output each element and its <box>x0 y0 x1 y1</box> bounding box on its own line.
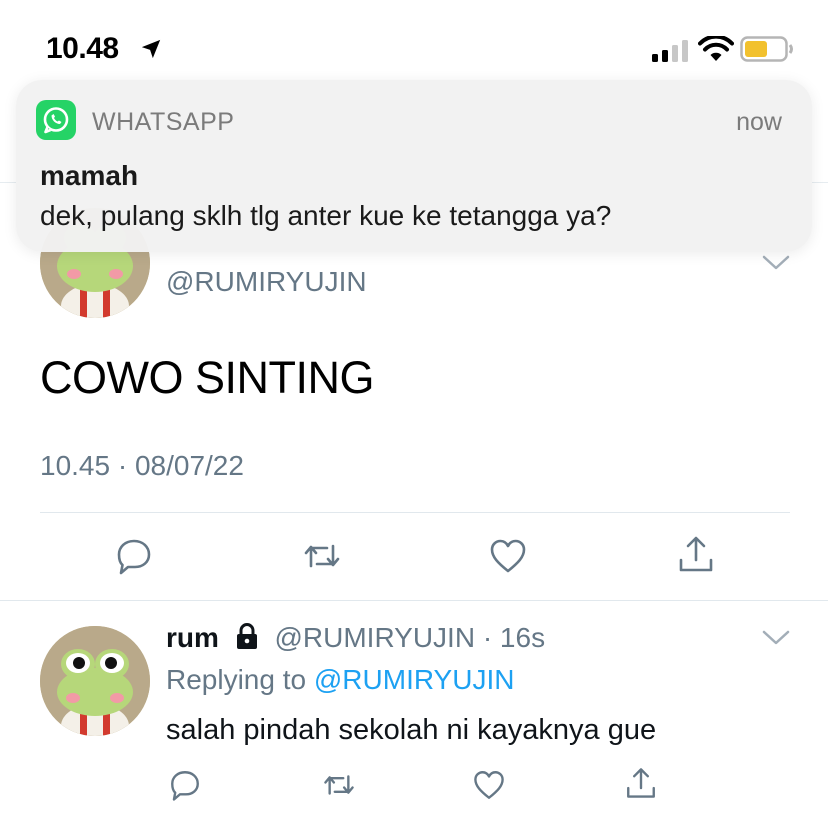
notification-app-name: WHATSAPP <box>92 108 235 136</box>
reply-text: salah pindah sekolah ni kayaknya gue <box>166 714 657 746</box>
notification-title: mamah <box>40 160 139 191</box>
replying-to: Replying to @RUMIRYUJIN <box>166 664 514 696</box>
status-time: 10.48 <box>46 32 119 65</box>
replying-prefix: Replying to <box>166 664 314 695</box>
notification-banner[interactable]: WHATSAPP now mamah dek, pulang sklh tlg … <box>16 80 812 252</box>
battery-icon <box>740 36 793 62</box>
tweet-timestamp[interactable]: 10.45 · 08/07/22 <box>40 450 244 482</box>
retweet-icon[interactable] <box>322 768 356 802</box>
tweet-handle[interactable]: @RUMIRYUJIN <box>166 266 367 298</box>
like-icon[interactable] <box>488 536 528 576</box>
frog-avatar-image <box>40 626 150 736</box>
reply-header: rum @RUMIRYUJIN · 16s <box>166 622 545 654</box>
cellular-signal-icon <box>652 40 688 62</box>
whatsapp-icon <box>36 100 76 140</box>
reply-icon[interactable] <box>114 536 154 576</box>
wifi-icon <box>698 36 734 61</box>
share-icon[interactable] <box>676 534 716 574</box>
divider <box>40 512 790 513</box>
reply-display-name[interactable]: rum <box>166 622 219 653</box>
chevron-down-icon[interactable] <box>762 255 790 271</box>
retweet-icon[interactable] <box>302 536 342 576</box>
chevron-down-icon[interactable] <box>762 630 790 646</box>
lock-icon <box>236 623 257 649</box>
status-bar: 10.48 <box>0 0 828 80</box>
replying-handle-link[interactable]: @RUMIRYUJIN <box>314 664 515 695</box>
avatar[interactable] <box>40 626 150 736</box>
location-arrow-icon <box>141 39 161 59</box>
reply-handle-meta[interactable]: @RUMIRYUJIN · 16s <box>274 622 545 653</box>
share-icon[interactable] <box>624 766 658 800</box>
reply-icon[interactable] <box>168 768 202 802</box>
like-icon[interactable] <box>472 768 506 802</box>
divider <box>0 600 828 601</box>
notification-body: dek, pulang sklh tlg anter kue ke tetang… <box>40 200 612 231</box>
notification-time: now <box>736 108 782 136</box>
tweet-text: COWO SINTING <box>40 352 374 403</box>
